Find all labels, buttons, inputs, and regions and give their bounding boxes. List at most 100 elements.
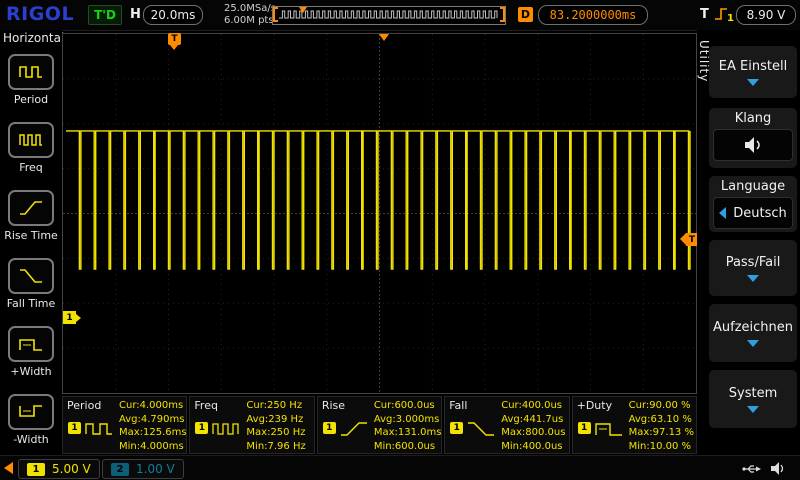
channel2-badge: 2: [111, 463, 129, 476]
menu-item-language[interactable]: Language Deutsch: [709, 176, 797, 232]
measurement-avg: Avg:4.790ms: [119, 413, 187, 427]
delay-badge: D: [518, 7, 533, 22]
trigger-status-badge: T'D: [88, 5, 122, 25]
period-measure-icon: [84, 419, 114, 443]
menu-item-klang[interactable]: Klang: [709, 108, 797, 168]
trigger-edge-icon: 1: [712, 5, 734, 23]
sample-rate: 25.0MSa/s: [224, 3, 276, 15]
memory-depth: 6.00M pts: [224, 15, 276, 27]
menu-item-label: Period: [14, 93, 48, 106]
measurement-box-period: Period 1 Cur:4.000ms Avg:4.790ms Max:125…: [62, 396, 187, 454]
position-bracket-left-icon: [273, 7, 278, 22]
trigger-source-channel: 1: [727, 13, 734, 23]
measurement-min: Min:400.0us: [501, 440, 565, 454]
freq-icon: [8, 122, 54, 158]
channel-badge: 1: [68, 422, 81, 434]
oscilloscope-screen: RIGOL T'D H 20.0ms 25.0MSa/s 6.00M pts D…: [0, 0, 800, 480]
fall-measure-icon: [466, 419, 496, 443]
fall-time-icon: [8, 258, 54, 294]
rigol-logo: RIGOL: [6, 3, 74, 25]
menu-item-plus-width[interactable]: +Width: [0, 326, 62, 378]
measurement-avg: Avg:63.10 %: [629, 413, 694, 427]
speaker-icon: [742, 136, 764, 154]
measurement-values: Cur:400.0us Avg:441.7us Max:800.0us Min:…: [501, 399, 565, 453]
measurement-max: Max:97.13 %: [629, 426, 694, 440]
duty-measure-icon: [594, 419, 624, 443]
menu-item-rise-time[interactable]: Rise Time: [0, 190, 62, 242]
measurement-cur: Cur:250 Hz: [246, 399, 305, 413]
menu-item-minus-width[interactable]: -Width: [0, 394, 62, 446]
menu-item-aufzeichnen[interactable]: Aufzeichnen: [709, 304, 797, 362]
measurement-name: Fall: [449, 399, 467, 412]
menu-item-label: Fall Time: [7, 297, 56, 310]
measurement-cur: Cur:4.000ms: [119, 399, 187, 413]
measurement-min: Min:4.000ms: [119, 440, 187, 454]
chevron-down-icon: [747, 406, 759, 413]
menu-item-freq[interactable]: Freq: [0, 122, 62, 174]
measurement-max: Max:131.0ms: [374, 426, 442, 440]
timebase-readout[interactable]: 20.0ms: [143, 5, 203, 25]
trigger-position-marker[interactable]: T: [168, 33, 181, 45]
measurement-values: Cur:90.00 % Avg:63.10 % Max:97.13 % Min:…: [629, 399, 694, 453]
sound-setting-box[interactable]: [713, 129, 793, 161]
measurement-values: Cur:600.0us Avg:3.000ms Max:131.0ms Min:…: [374, 399, 442, 453]
rise-time-icon: [8, 190, 54, 226]
top-status-bar: RIGOL T'D H 20.0ms 25.0MSa/s 6.00M pts D…: [0, 0, 800, 31]
menu-item-pass-fail[interactable]: Pass/Fail: [709, 240, 797, 296]
measurement-max: Max:250 Hz: [246, 426, 305, 440]
menu-label: Aufzeichnen: [713, 320, 793, 335]
menu-item-system[interactable]: System: [709, 370, 797, 428]
menu-label: Klang: [735, 111, 772, 126]
channel-badge: 1: [323, 422, 336, 434]
channel2-indicator[interactable]: 2 1.00 V: [102, 459, 184, 479]
waveform-position-bar[interactable]: [272, 6, 506, 25]
menu-item-label: Rise Time: [4, 229, 58, 242]
menu-item-ea-einstell[interactable]: EA Einstell: [709, 46, 797, 98]
measurement-box-rise: Rise 1 Cur:600.0us Avg:3.000ms Max:131.0…: [317, 396, 442, 454]
measurement-name: +Duty: [577, 399, 612, 412]
horizontal-center-marker-icon[interactable]: [379, 34, 389, 41]
measurement-name: Rise: [322, 399, 345, 412]
channel-badge: 1: [578, 422, 591, 434]
trigger-label: T: [700, 7, 709, 22]
menu-label: System: [729, 386, 777, 401]
waveform-display[interactable]: [62, 33, 697, 394]
language-setting-box[interactable]: Deutsch: [713, 197, 793, 229]
acquisition-info: 25.0MSa/s 6.00M pts: [224, 3, 276, 27]
measurement-row: Period 1 Cur:4.000ms Avg:4.790ms Max:125…: [62, 396, 697, 454]
menu-label: Pass/Fail: [726, 255, 781, 270]
utility-menu: Utility EA Einstell Klang Language Deuts…: [697, 30, 800, 455]
period-icon: [8, 54, 54, 90]
channel1-offset-marker[interactable]: 1: [63, 311, 76, 324]
notification-arrow-icon[interactable]: [4, 462, 13, 474]
position-marker-icon[interactable]: [299, 7, 307, 13]
channel1-indicator[interactable]: 1 5.00 V: [18, 459, 100, 479]
position-bracket-right-icon: [500, 7, 505, 22]
language-value: Deutsch: [733, 206, 787, 221]
channel-badge: 1: [195, 422, 208, 434]
measurement-box-freq: Freq 1 Cur:250 Hz Avg:239 Hz Max:250 Hz …: [189, 396, 314, 454]
measurement-box-fall: Fall 1 Cur:400.0us Avg:441.7us Max:800.0…: [444, 396, 569, 454]
measurement-cur: Cur:400.0us: [501, 399, 565, 413]
menu-item-label: +Width: [10, 365, 51, 378]
delay-readout[interactable]: 83.2000000ms: [538, 5, 648, 25]
position-bar-wave: [277, 8, 501, 21]
menu-label: EA Einstell: [719, 59, 787, 74]
measurement-max: Max:800.0us: [501, 426, 565, 440]
menu-item-fall-time[interactable]: Fall Time: [0, 258, 62, 310]
rise-measure-icon: [339, 419, 369, 443]
horizontal-label: H: [130, 7, 141, 22]
measurement-values: Cur:4.000ms Avg:4.790ms Max:125.6ms Min:…: [119, 399, 187, 453]
channel1-badge: 1: [27, 463, 45, 476]
measurement-min: Min:10.00 %: [629, 440, 694, 454]
chevron-down-icon: [747, 79, 759, 86]
channel1-scale: 5.00 V: [52, 462, 91, 476]
graticule-grid: [63, 34, 696, 393]
menu-item-period[interactable]: Period: [0, 54, 62, 106]
bottom-status-bar: 1 5.00 V 2 1.00 V: [0, 455, 800, 480]
measurement-min: Min:600.0us: [374, 440, 442, 454]
waveform-trace: [66, 131, 690, 269]
channel2-scale: 1.00 V: [136, 462, 175, 476]
measurement-max: Max:125.6ms: [119, 426, 187, 440]
trigger-level-readout[interactable]: 8.90 V: [736, 5, 796, 25]
